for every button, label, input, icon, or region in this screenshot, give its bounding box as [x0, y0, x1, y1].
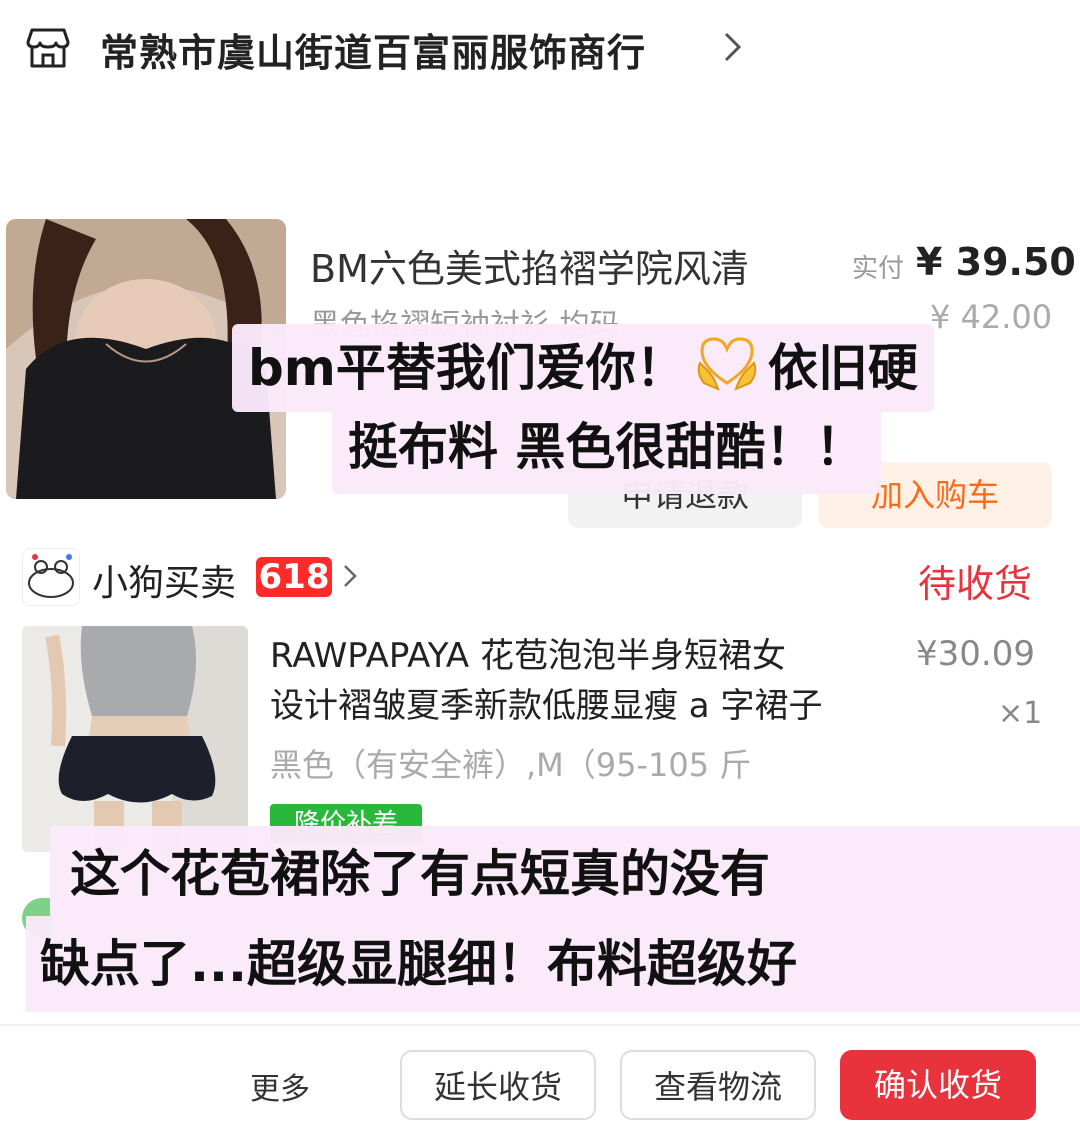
paid-price: ¥ 39.50 — [916, 240, 1076, 284]
original-price: ¥ 42.00 — [930, 298, 1053, 336]
caption-text: 依旧硬 — [767, 339, 918, 397]
caption-overlay: bm平替我们爱你！ 依旧硬 — [232, 324, 934, 412]
caption-text: 这个花苞裙除了有点短真的没有 — [70, 845, 770, 903]
order-status: 待收货 — [918, 562, 1033, 606]
caption-text: 挺布料 黑色很甜酷！！ — [348, 418, 866, 476]
view-logistics-button[interactable]: 查看物流 — [620, 1050, 816, 1120]
caption-overlay: 缺点了...超级显腿细！布料超级好 — [26, 916, 1080, 1012]
product-title-line2[interactable]: 设计褶皱夏季新款低腰显瘦 a 字裙子 — [270, 678, 822, 727]
store-icon — [26, 26, 70, 70]
heart-hands-icon — [694, 332, 760, 392]
more-link[interactable]: 更多 — [250, 1064, 310, 1108]
product-price: ¥30.09 — [916, 634, 1035, 674]
chevron-right-icon[interactable] — [342, 563, 358, 589]
extend-receipt-button[interactable]: 延长收货 — [400, 1050, 596, 1120]
product-title[interactable]: BM六色美式掐褶学院风清 — [310, 238, 749, 293]
caption-text: 缺点了...超级显腿细！布料超级好 — [40, 935, 797, 993]
product-title[interactable]: RAWPAPAYA 花苞泡泡半身短裙女 — [270, 628, 786, 677]
product-quantity: ×1 — [998, 696, 1043, 731]
divider — [0, 1024, 1080, 1026]
paid-label: 实付 — [852, 254, 905, 284]
caption-overlay: 这个花苞裙除了有点短真的没有 — [50, 826, 1080, 916]
caption-text: bm平替我们爱你！ — [248, 339, 686, 397]
promo-badge: 618 — [256, 557, 332, 597]
chevron-right-icon[interactable] — [722, 30, 744, 64]
store-name[interactable]: 常熟市虞山街道百富丽服饰商行 — [100, 22, 646, 77]
product-spec: 黑色（有安全裤）,M（95-105 斤 — [270, 746, 752, 784]
store-name[interactable]: 小狗买卖 — [92, 554, 236, 606]
confirm-receipt-button[interactable]: 确认收货 — [840, 1050, 1036, 1120]
caption-overlay: 挺布料 黑色很甜酷！！ — [332, 400, 882, 494]
product-image[interactable] — [22, 626, 248, 852]
store-logo[interactable] — [22, 548, 80, 606]
